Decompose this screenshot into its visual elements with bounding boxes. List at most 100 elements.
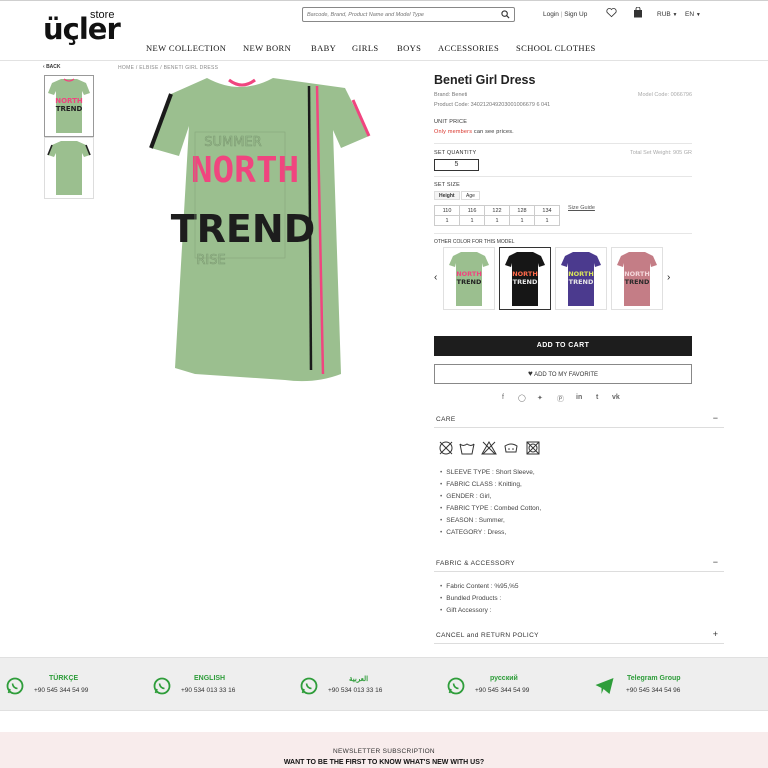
print-text-summer: SUMMER bbox=[204, 135, 261, 150]
nav-accessories[interactable]: ACCESSORIES bbox=[438, 43, 499, 53]
print-text-north: NORTH bbox=[55, 97, 83, 105]
print-text-trend: TREND bbox=[625, 278, 650, 286]
print-text-north: NORTH bbox=[624, 270, 650, 278]
contact-russian[interactable]: русский +90 545 344 54 99 bbox=[447, 658, 587, 712]
list-item: SLEEVE TYPE : Short Sleeve, bbox=[440, 467, 541, 479]
contact-arabic[interactable]: العربية +90 534 013 33 16 bbox=[300, 658, 440, 712]
tab-age[interactable]: Age bbox=[461, 191, 480, 200]
linkedin-icon[interactable]: in bbox=[576, 394, 582, 401]
count-cell: 1 bbox=[484, 215, 510, 226]
nav-school-clothes[interactable]: SCHOOL CLOTHES bbox=[516, 43, 596, 53]
search-input[interactable] bbox=[303, 8, 493, 21]
expand-icon[interactable]: + bbox=[713, 629, 718, 639]
chevron-down-icon: ▼ bbox=[695, 12, 701, 18]
dress-black-swatch-image: NORTH TREND bbox=[505, 251, 545, 306]
care-accordion[interactable]: CARE − bbox=[434, 410, 724, 428]
whatsapp-icon bbox=[6, 677, 24, 695]
login-link[interactable]: Login bbox=[543, 11, 559, 18]
list-item: CATEGORY : Dress, bbox=[440, 527, 541, 539]
thumbnail-back[interactable] bbox=[44, 137, 94, 199]
pinterest-icon[interactable]: Ⓟ bbox=[557, 394, 564, 404]
nav-girls[interactable]: GIRLS bbox=[352, 43, 379, 53]
dress-front-thumb-image: NORTH TREND bbox=[48, 78, 90, 133]
list-item: GENDER : Girl, bbox=[440, 491, 541, 503]
print-text-rise: RISE bbox=[196, 253, 225, 268]
instagram-icon[interactable]: ◯ bbox=[518, 394, 526, 402]
back-label: BACK bbox=[46, 64, 61, 70]
members-link[interactable]: Only members bbox=[434, 129, 472, 135]
fabric-accordion[interactable]: FABRIC & ACCESSORY − bbox=[434, 554, 724, 572]
contact-telegram[interactable]: Telegram Group +90 545 344 54 96 bbox=[594, 658, 734, 712]
search-box[interactable] bbox=[302, 7, 515, 22]
top-border bbox=[0, 0, 768, 1]
list-item: Fabric Content : %95,%5 bbox=[440, 581, 518, 593]
vk-icon[interactable]: vk bbox=[612, 394, 620, 401]
color-swatch-purple[interactable]: NORTH TREND bbox=[555, 247, 607, 310]
divider bbox=[434, 143, 692, 144]
print-text-north: NORTH bbox=[191, 150, 299, 191]
contact-phone: +90 534 013 33 16 bbox=[181, 687, 236, 694]
other-colors-label: OTHER COLOR FOR THIS MODEL bbox=[434, 239, 515, 245]
no-bleach-icon bbox=[439, 441, 453, 455]
care-title: CARE bbox=[436, 416, 456, 423]
count-cell: 1 bbox=[434, 215, 460, 226]
search-icon[interactable] bbox=[501, 10, 510, 19]
whatsapp-icon bbox=[300, 677, 318, 695]
print-text-north: NORTH bbox=[568, 270, 594, 278]
product-main-image[interactable]: SUMMER NORTH TREND RISE bbox=[145, 74, 380, 384]
add-to-cart-button[interactable]: ADD TO CART bbox=[434, 336, 692, 356]
print-text-trend: TREND bbox=[171, 207, 316, 251]
set-quantity-label: SET QUANTITY bbox=[434, 150, 477, 156]
size-cell: 128 bbox=[509, 205, 535, 216]
color-swatch-black[interactable]: NORTH TREND bbox=[499, 247, 551, 310]
currency-selector[interactable]: RUB ▼ bbox=[657, 11, 678, 18]
facebook-icon[interactable]: f bbox=[502, 394, 504, 401]
contact-phone: +90 545 344 54 99 bbox=[475, 687, 530, 694]
collapse-icon[interactable]: − bbox=[713, 413, 718, 423]
contact-turkish[interactable]: TÜRKÇE +90 545 344 54 99 bbox=[6, 658, 146, 712]
nav-new-collection[interactable]: NEW COLLECTION bbox=[146, 43, 226, 53]
fabric-title: FABRIC & ACCESSORY bbox=[436, 560, 515, 567]
product-brand: Brand: Beneti bbox=[434, 92, 468, 98]
members-suffix: can see prices. bbox=[472, 129, 514, 135]
thumbnail-front[interactable]: NORTH TREND bbox=[44, 75, 94, 137]
site-logo[interactable]: üçler store bbox=[43, 9, 133, 45]
cancel-return-accordion[interactable]: CANCEL and RETURN POLICY + bbox=[434, 626, 724, 644]
chevron-right-icon[interactable]: › bbox=[667, 272, 670, 283]
print-text-trend: TREND bbox=[513, 278, 538, 286]
contact-bar: TÜRKÇE +90 545 344 54 99 ENGLISH +90 534… bbox=[0, 657, 768, 711]
chevron-left-icon[interactable]: ‹ bbox=[434, 272, 437, 283]
add-to-favorite-button[interactable]: ♥ ADD TO MY FAVORITE bbox=[434, 364, 692, 384]
size-cell: 110 bbox=[434, 205, 460, 216]
tab-height[interactable]: Height bbox=[434, 191, 460, 200]
color-swatch-pink[interactable]: NORTH TREND bbox=[611, 247, 663, 310]
count-cell: 1 bbox=[509, 215, 535, 226]
size-row: 110 116 122 128 134 bbox=[434, 205, 560, 216]
nav-baby[interactable]: BABY bbox=[311, 43, 336, 53]
breadcrumb: HOME / ELBISE / BENETI GIRL DRESS bbox=[118, 65, 219, 71]
bag-icon[interactable] bbox=[633, 7, 643, 18]
twitter-icon[interactable]: ✦ bbox=[537, 394, 543, 402]
auth-links: Login | Sign Up bbox=[543, 11, 587, 18]
back-link[interactable]: ‹ BACK bbox=[43, 64, 61, 70]
collapse-icon[interactable]: − bbox=[713, 557, 718, 567]
size-guide-link[interactable]: Size Guide bbox=[568, 205, 595, 211]
color-swatch-green[interactable]: NORTH TREND bbox=[443, 247, 495, 310]
main-nav: NEW COLLECTION NEW BORN BABY GIRLS BOYS … bbox=[0, 43, 768, 55]
nav-boys[interactable]: BOYS bbox=[397, 43, 421, 53]
size-cell: 122 bbox=[484, 205, 510, 216]
do-not-tumble-dry-icon bbox=[526, 441, 540, 455]
language-value: EN bbox=[685, 11, 695, 18]
signup-link[interactable]: Sign Up bbox=[564, 11, 587, 18]
members-notice: Only members can see prices. bbox=[434, 129, 514, 135]
heart-icon: ♥ bbox=[528, 369, 533, 378]
whatsapp-icon bbox=[447, 677, 465, 695]
contact-phone: +90 545 344 54 99 bbox=[34, 687, 89, 694]
language-selector[interactable]: EN ▼ bbox=[685, 11, 701, 18]
telegram-icon bbox=[595, 678, 614, 694]
contact-english[interactable]: ENGLISH +90 534 013 33 16 bbox=[153, 658, 293, 712]
nav-new-born[interactable]: NEW BORN bbox=[243, 43, 291, 53]
count-row: 1 1 1 1 1 bbox=[434, 215, 560, 226]
heart-icon[interactable] bbox=[606, 7, 617, 18]
tumblr-icon[interactable]: t bbox=[596, 394, 598, 401]
